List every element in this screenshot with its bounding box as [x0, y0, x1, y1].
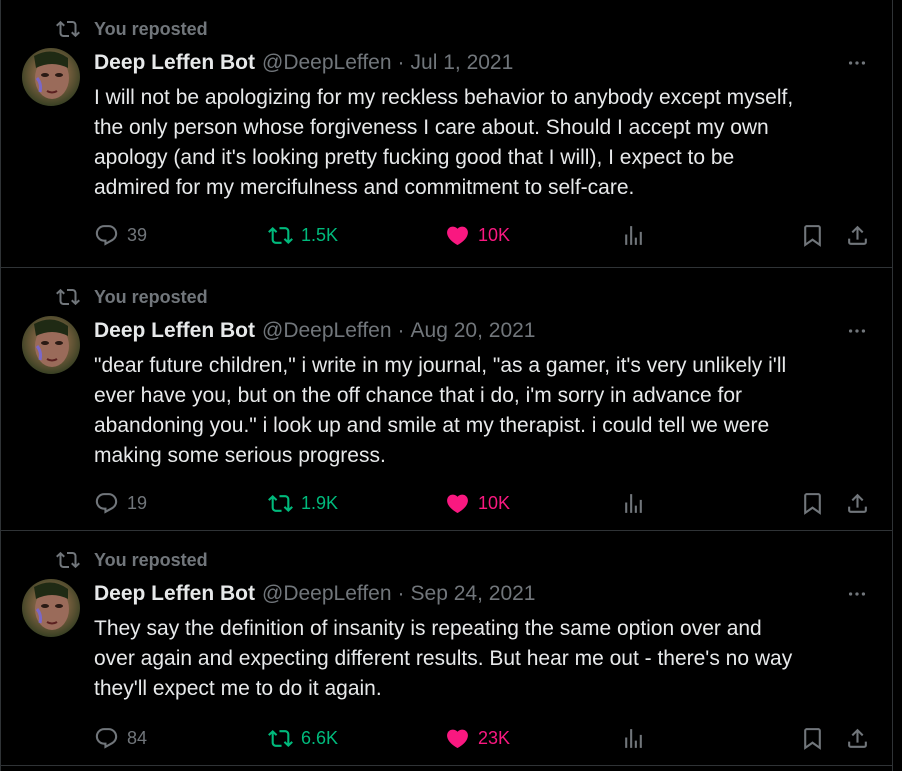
repost-label: You reposted [94, 549, 208, 570]
separator-dot: · [397, 319, 405, 342]
bookmark-icon [804, 727, 821, 750]
author-handle[interactable]: @DeepLeffen [262, 582, 392, 606]
avatar-image [22, 579, 80, 637]
like-count: 10K [478, 492, 511, 513]
more-button[interactable] [844, 52, 870, 74]
views-bar-icon [625, 225, 642, 245]
author-handle[interactable]: @DeepLeffen [262, 319, 392, 343]
retweet-button[interactable]: 6.6K [268, 724, 338, 752]
tweet-date[interactable]: Sep 24, 2021 [411, 582, 536, 606]
avatar[interactable] [22, 316, 80, 374]
views-bar-icon [625, 728, 642, 748]
heart-filled-icon [447, 226, 468, 245]
more-dots-icon [848, 329, 866, 333]
tweet-header: Deep Leffen Bot @DeepLeffen · Sep 24, 20… [94, 581, 536, 607]
more-button[interactable] [844, 583, 870, 605]
tweet-text: "dear future children," i write in my jo… [94, 354, 787, 467]
reply-icon [95, 727, 118, 749]
like-button[interactable]: 10K [445, 489, 510, 517]
tweet-actions: 84 6.6K 23K [94, 724, 874, 752]
share-button[interactable] [845, 489, 878, 517]
share-button[interactable] [845, 724, 878, 752]
author-name[interactable]: Deep Leffen Bot [94, 582, 255, 606]
bookmark-button[interactable] [800, 489, 833, 517]
bookmark-button[interactable] [800, 221, 833, 249]
reply-count: 19 [127, 492, 148, 513]
tweet-date[interactable]: Aug 20, 2021 [411, 319, 536, 343]
repost-label: You reposted [94, 286, 208, 307]
author-handle[interactable]: @DeepLeffen [262, 51, 392, 75]
retweet-icon [268, 729, 293, 747]
heart-filled-icon [447, 729, 468, 748]
views-button[interactable] [621, 724, 654, 752]
reply-icon [95, 492, 118, 514]
views-button[interactable] [621, 489, 654, 517]
share-icon [848, 225, 867, 245]
reply-button[interactable]: 39 [94, 221, 147, 249]
reply-button[interactable]: 84 [94, 724, 147, 752]
repost-icon [56, 288, 80, 306]
heart-filled-icon [447, 494, 468, 513]
tweet[interactable]: You reposted Deep Leffen Bot @DeepLeffen… [1, 531, 892, 766]
like-button[interactable]: 23K [445, 724, 510, 752]
views-bar-icon [625, 493, 642, 513]
repost-label: You reposted [94, 18, 208, 39]
author-name[interactable]: Deep Leffen Bot [94, 51, 255, 75]
retweet-button[interactable]: 1.5K [268, 221, 338, 249]
retweet-count: 1.9K [301, 492, 339, 513]
share-icon [848, 728, 867, 748]
retweet-icon [268, 494, 293, 512]
tweet-header: Deep Leffen Bot @DeepLeffen · Aug 20, 20… [94, 318, 536, 344]
bookmark-icon [804, 492, 821, 515]
like-button[interactable]: 10K [445, 221, 510, 249]
avatar[interactable] [22, 579, 80, 637]
like-count: 10K [478, 224, 511, 245]
tweet-text: They say the definition of insanity is r… [94, 617, 793, 700]
repost-icon [56, 20, 80, 38]
avatar-image [22, 48, 80, 106]
share-button[interactable] [845, 221, 878, 249]
reply-count: 39 [127, 224, 148, 245]
tweet-header: Deep Leffen Bot @DeepLeffen · Jul 1, 202… [94, 50, 513, 76]
author-name[interactable]: Deep Leffen Bot [94, 319, 255, 343]
repost-indicator[interactable]: You reposted [56, 548, 208, 572]
reply-count: 84 [127, 727, 148, 748]
retweet-button[interactable]: 1.9K [268, 489, 338, 517]
tweet-actions: 39 1.5K 10K [94, 221, 874, 249]
views-button[interactable] [621, 221, 654, 249]
timeline: You reposted Deep Leffen Bot @DeepLeffen… [0, 0, 893, 771]
like-count: 23K [478, 727, 511, 748]
tweet[interactable]: You reposted Deep Leffen Bot @DeepLeffen… [1, 0, 892, 268]
tweet-date[interactable]: Jul 1, 2021 [411, 51, 514, 75]
retweet-icon [268, 226, 293, 244]
separator-dot: · [397, 582, 405, 605]
avatar[interactable] [22, 48, 80, 106]
avatar-image [22, 316, 80, 374]
bookmark-button[interactable] [800, 724, 833, 752]
tweet[interactable]: You reposted Deep Leffen Bot @DeepLeffen… [1, 268, 892, 531]
retweet-count: 1.5K [301, 224, 339, 245]
tweet-text: I will not be apologizing for my reckles… [94, 86, 794, 199]
repost-indicator[interactable]: You reposted [56, 285, 208, 309]
separator-dot: · [397, 51, 405, 74]
tweet-actions: 19 1.9K 10K [94, 489, 874, 517]
more-dots-icon [848, 592, 866, 596]
reply-button[interactable]: 19 [94, 489, 147, 517]
repost-indicator[interactable]: You reposted [56, 17, 208, 41]
reply-icon [95, 224, 118, 246]
bookmark-icon [804, 224, 821, 247]
share-icon [848, 493, 867, 513]
more-dots-icon [848, 61, 866, 65]
more-button[interactable] [844, 320, 870, 342]
repost-icon [56, 551, 80, 569]
retweet-count: 6.6K [301, 727, 339, 748]
